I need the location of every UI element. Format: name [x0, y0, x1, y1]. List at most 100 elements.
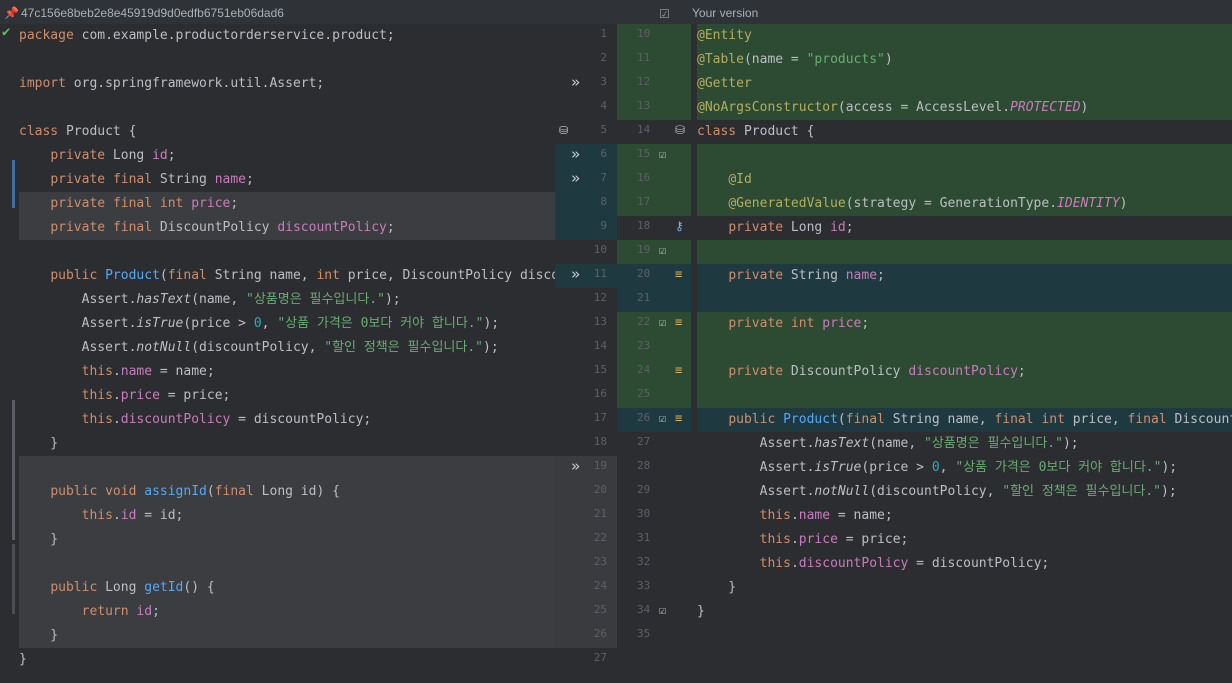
left-code-line: public Long getId() {: [19, 576, 555, 600]
code-text: }: [697, 580, 737, 595]
checkbox-icon[interactable]: ☑: [659, 147, 666, 161]
diff-gutter-row: 19 »: [555, 456, 617, 480]
right-gutter-row: 26 ☑ ≡: [617, 408, 691, 432]
change-marker: [12, 400, 15, 540]
line-number: 35: [637, 627, 651, 640]
right-code: @Entity @Table(name = "products") @Getter @…: [697, 24, 1232, 683]
diff-gutter-row: 12: [555, 288, 617, 312]
left-code-line: [19, 48, 555, 72]
diff-gutter-row: 25: [555, 600, 617, 624]
code-text: private String name;: [728, 268, 885, 283]
right-code-line: this.discountPolicy = discountPolicy;: [697, 552, 1232, 576]
apply-change-icon[interactable]: »: [571, 265, 580, 283]
code-text: private final int price;: [50, 196, 239, 211]
checkbox-icon[interactable]: ☑: [659, 603, 666, 617]
right-code-line: private String name;: [697, 264, 1232, 288]
line-number: 11: [593, 267, 607, 280]
left-code-line: [19, 96, 555, 120]
code-text: this.name = name;: [759, 508, 893, 523]
diff-gutter-row: 16: [555, 384, 617, 408]
apply-change-icon[interactable]: »: [571, 457, 580, 475]
left-code-line: public void assignId(final Long id) {: [19, 480, 555, 504]
left-code: package com.example.productorderservice.…: [19, 24, 555, 683]
line-number: 33: [637, 579, 651, 592]
apply-change-icon[interactable]: »: [571, 145, 580, 163]
diff-gutter-row: 6»: [555, 144, 617, 168]
line-number: 27: [593, 651, 607, 664]
diff-gutter-row: 17: [555, 408, 617, 432]
right-gutter-row: 25: [617, 384, 691, 408]
diff-gutter-row: 2: [555, 48, 617, 72]
right-gutter-row: 23: [617, 336, 691, 360]
diff-gutter-row: 14: [555, 336, 617, 360]
left-code-line: public Product(final String name, int pr…: [19, 264, 555, 288]
pin-icon[interactable]: 📌: [4, 0, 19, 26]
left-code-line: [19, 240, 555, 264]
code-text: package com.example.productorderservice.…: [19, 28, 395, 43]
diff-gutter-row: 4: [555, 96, 617, 120]
line-number: 34: [637, 603, 651, 616]
code-text: private final DiscountPolicy discountPol…: [50, 220, 395, 235]
line-number: 12: [593, 291, 607, 304]
left-editor[interactable]: ✔ package com.example.productorderservic…: [0, 24, 555, 683]
code-text: }: [19, 436, 59, 451]
code-text: class Product {: [697, 124, 815, 139]
right-gutter-row: 21: [617, 288, 691, 312]
code-text: private final String name;: [50, 172, 254, 187]
line-number: 13: [593, 315, 607, 328]
code-text: public Product(final String name, final …: [728, 412, 1232, 427]
right-gutter-row: 18 ⚷: [617, 216, 691, 240]
right-gutter-row: 27: [617, 432, 691, 456]
left-code-line: [19, 456, 555, 480]
right-code-line: Assert.isTrue(price > 0, "상품 가격은 0보다 커야 …: [697, 456, 1232, 480]
column-icon: ≡: [675, 411, 683, 425]
right-code-line: Assert.hasText(name, "상품명은 필수입니다.");: [697, 432, 1232, 456]
line-number: 20: [637, 267, 651, 280]
diff-gutter-row: 7»: [555, 168, 617, 192]
right-code-line: private int price;: [697, 312, 1232, 336]
right-gutter-row: 16: [617, 168, 691, 192]
line-number: 24: [593, 579, 607, 592]
line-number: 17: [593, 411, 607, 424]
diff-gutter: 1 2 3» 4 5 ⛁ 6» 7» 8 9 10 11» 12 13 14 15 16 17 18 19» 20 21 2…: [555, 24, 617, 683]
database-icon[interactable]: ⛁: [675, 123, 685, 137]
left-code-line: import org.springframework.util.Assert;: [19, 72, 555, 96]
line-number: 24: [637, 363, 651, 376]
line-number: 23: [593, 555, 607, 568]
code-text: this.id = id;: [81, 508, 184, 523]
right-gutter-row: 31: [617, 528, 691, 552]
line-number: 10: [637, 27, 651, 40]
line-number: 16: [637, 171, 651, 184]
left-code-line: package com.example.productorderservice.…: [19, 24, 555, 48]
checkbox-icon[interactable]: ☑: [659, 243, 666, 257]
key-icon: ⚷: [675, 219, 684, 233]
diff-gutter-row: 5 ⛁: [555, 120, 617, 144]
right-gutter-row: 17: [617, 192, 691, 216]
checkbox-icon[interactable]: ☑: [659, 411, 666, 425]
right-gutter: 10 11 12 13 14 ⛁ 15 ☑ 16 17 18 ⚷ 19 ☑ 20 ≡ 21 22 ☑ ≡ 23 24 ≡ 25…: [617, 24, 691, 683]
left-code-line: this.id = id;: [19, 504, 555, 528]
right-editor[interactable]: 10 11 12 13 14 ⛁ 15 ☑ 16 17 18 ⚷ 19 ☑ 20 ≡ 21 22 ☑ ≡ 23 24 ≡ 25…: [617, 24, 1232, 683]
line-number: 8: [600, 195, 607, 208]
line-number: 25: [637, 387, 651, 400]
checkbox-icon[interactable]: ☑: [659, 315, 666, 329]
left-gutter: [0, 24, 16, 683]
code-text: import org.springframework.util.Assert;: [19, 76, 325, 91]
line-number: 11: [637, 51, 651, 64]
code-text: }: [697, 604, 705, 619]
code-text: public Long getId() {: [50, 580, 215, 595]
column-icon: ≡: [675, 267, 683, 281]
diff-gutter-row: 11 »: [555, 264, 617, 288]
right-pane-title: Your version: [692, 6, 759, 20]
line-number: 17: [637, 195, 651, 208]
apply-change-icon[interactable]: »: [571, 73, 580, 91]
code-text: public void assignId(final Long id) {: [50, 484, 340, 499]
right-code-line: @Id: [697, 168, 1232, 192]
commit-hash: 47c156e8beb2e8e45919d9d0edfb6751eb06dad6: [21, 6, 284, 20]
inspection-ok-icon[interactable]: ✔: [2, 24, 10, 40]
change-marker: [12, 544, 15, 614]
right-gutter-row: 12: [617, 72, 691, 96]
apply-change-icon[interactable]: »: [571, 169, 580, 187]
right-code-line: [697, 384, 1232, 408]
code-text: @Id: [728, 172, 752, 187]
